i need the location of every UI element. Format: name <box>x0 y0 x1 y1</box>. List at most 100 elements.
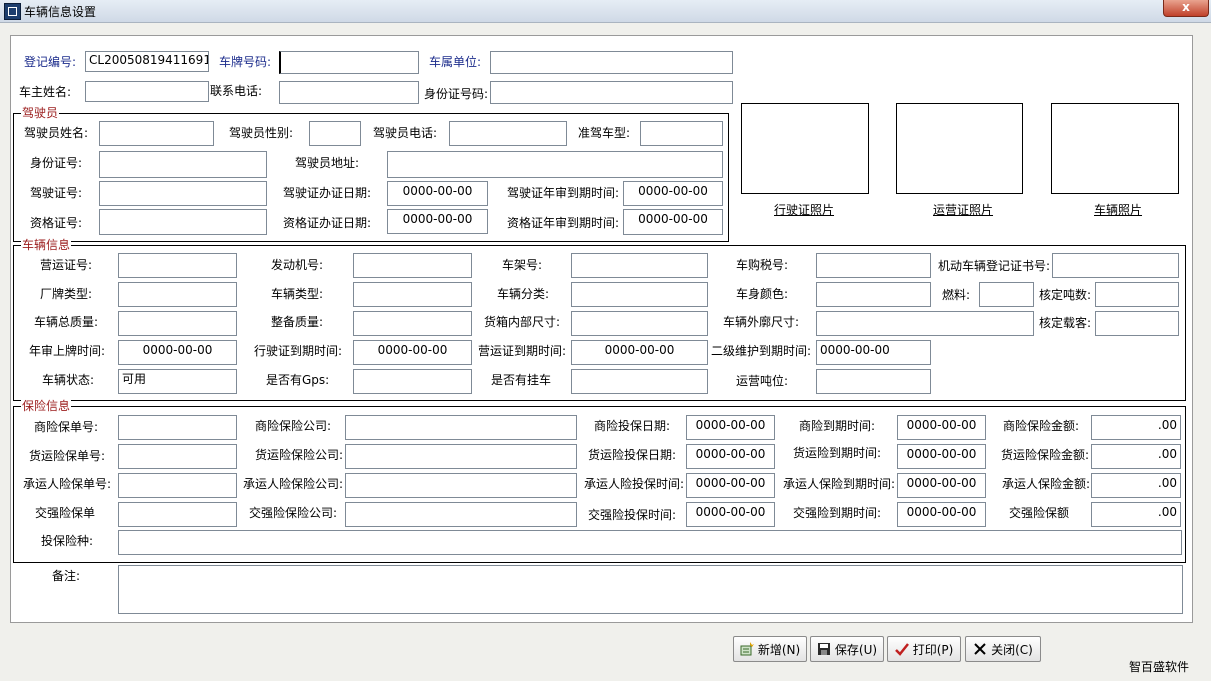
operating-license-photo[interactable] <box>896 103 1023 194</box>
cargo-ins-co-input[interactable] <box>345 444 577 469</box>
close-button[interactable]: 关闭(C) <box>965 636 1041 662</box>
gross-mass-input[interactable] <box>118 311 237 336</box>
ins-exp-input[interactable]: 0000-00-00 <box>897 415 986 440</box>
driver-class-input[interactable] <box>640 121 723 146</box>
cargo-ins-no-input[interactable] <box>118 444 237 469</box>
add-button[interactable]: 新增(N) <box>733 636 807 662</box>
reg-no-input[interactable]: CL20050819411691 <box>85 51 209 72</box>
vehicle-photo[interactable] <box>1051 103 1179 194</box>
carrier-ins-exp-input[interactable]: 0000-00-00 <box>897 473 986 498</box>
compulsory-ins-date-input[interactable]: 0000-00-00 <box>686 502 775 527</box>
carrier-ins-no-label: 承运人险保单号: <box>23 477 112 491</box>
carrier-ins-amt-label: 承运人保险金额: <box>1002 477 1091 491</box>
checkmark-icon <box>894 642 909 656</box>
driver-id-input[interactable] <box>99 151 267 178</box>
qual-date-input[interactable]: 0000-00-00 <box>387 209 488 234</box>
class-input[interactable] <box>571 282 708 307</box>
ins-date-input[interactable]: 0000-00-00 <box>686 415 775 440</box>
gps-input[interactable] <box>353 369 472 394</box>
carrier-ins-date-input[interactable]: 0000-00-00 <box>686 473 775 498</box>
driver-addr-input[interactable] <box>387 151 723 178</box>
fuel-input[interactable] <box>979 282 1034 307</box>
driver-name-input[interactable] <box>99 121 214 146</box>
driver-sex-input[interactable] <box>309 121 361 146</box>
type-input[interactable] <box>353 282 472 307</box>
ins-amt-input[interactable]: .00 <box>1091 415 1181 440</box>
owner-unit-input[interactable] <box>490 51 733 74</box>
curb-mass-input[interactable] <box>353 311 472 336</box>
operating-license-photo-label[interactable]: 运营证照片 <box>933 201 993 218</box>
driver-phone-input[interactable] <box>449 121 567 146</box>
compulsory-ins-exp-input[interactable]: 0000-00-00 <box>897 502 986 527</box>
driving-license-photo[interactable] <box>741 103 869 194</box>
plate-input[interactable] <box>279 51 419 74</box>
insurance-group-title: 保险信息 <box>21 399 72 413</box>
drive-exp-input[interactable]: 0000-00-00 <box>353 340 472 365</box>
op-cert-input[interactable] <box>118 253 237 278</box>
license-exp-input[interactable]: 0000-00-00 <box>623 181 723 206</box>
owner-name-input[interactable] <box>85 81 209 102</box>
engine-label: 发动机号: <box>271 258 324 272</box>
ins-co-input[interactable] <box>345 415 577 440</box>
tonnage-input[interactable] <box>1095 282 1179 307</box>
inner-size-input[interactable] <box>571 311 708 336</box>
ins-co-label: 商险保险公司: <box>255 419 332 433</box>
driving-license-photo-label[interactable]: 行驶证照片 <box>774 201 834 218</box>
inner-size-label: 货箱内部尺寸: <box>484 315 561 329</box>
ins-exp-label: 商险到期时间: <box>799 419 876 433</box>
driver-class-label: 准驾车型: <box>578 126 631 140</box>
carrier-ins-amt-input[interactable]: .00 <box>1091 473 1181 498</box>
seats-input[interactable] <box>1095 311 1179 336</box>
phone-input[interactable] <box>279 81 419 104</box>
window-close-button[interactable]: x <box>1163 0 1209 17</box>
add-button-label: 新增(N) <box>757 642 801 657</box>
brand-input[interactable] <box>118 282 237 307</box>
qual-no-input[interactable] <box>99 209 267 235</box>
op-tonnage-input[interactable] <box>816 369 931 394</box>
license-no-input[interactable] <box>99 181 267 206</box>
annual-input[interactable]: 0000-00-00 <box>118 340 237 365</box>
frame-input[interactable] <box>571 253 708 278</box>
carrier-ins-co-input[interactable] <box>345 473 577 498</box>
reg-cert-input[interactable] <box>1052 253 1179 278</box>
status-input[interactable]: 可用 <box>118 369 237 394</box>
color-input[interactable] <box>816 282 931 307</box>
compulsory-ins-amt-input[interactable]: .00 <box>1091 502 1181 527</box>
ins-no-label: 商险保单号: <box>34 420 99 434</box>
id-input[interactable] <box>490 81 733 104</box>
app-icon <box>4 3 21 20</box>
save-button-label: 保存(U) <box>834 642 878 657</box>
window-title: 车辆信息设置 <box>24 5 97 19</box>
license-date-label: 驾驶证办证日期: <box>283 186 372 200</box>
maint-exp-input[interactable]: 0000-00-00 <box>816 340 931 365</box>
drive-exp-label: 行驶证到期时间: <box>254 344 343 358</box>
engine-input[interactable] <box>353 253 472 278</box>
trailer-input[interactable] <box>571 369 708 394</box>
remark-input[interactable] <box>118 565 1183 614</box>
qual-exp-input[interactable]: 0000-00-00 <box>623 209 723 235</box>
carrier-ins-no-input[interactable] <box>118 473 237 498</box>
compulsory-ins-amt-label: 交强险保额 <box>1009 506 1070 520</box>
save-button[interactable]: 保存(U) <box>810 636 884 662</box>
license-date-input[interactable]: 0000-00-00 <box>387 181 488 206</box>
cargo-ins-date-input[interactable]: 0000-00-00 <box>686 444 775 469</box>
ins-kind-input[interactable] <box>118 530 1182 555</box>
print-button[interactable]: 打印(P) <box>887 636 961 662</box>
compulsory-ins-exp-label: 交强险到期时间: <box>793 506 882 520</box>
tax-input[interactable] <box>816 253 931 278</box>
vehicle-photo-label[interactable]: 车辆照片 <box>1094 201 1142 218</box>
cargo-ins-amt-input[interactable]: .00 <box>1091 444 1181 469</box>
carrier-ins-date-label: 承运人险投保时间: <box>584 477 685 491</box>
compulsory-ins-co-input[interactable] <box>345 502 577 527</box>
ins-date-label: 商险投保日期: <box>594 419 671 433</box>
op-exp-input[interactable]: 0000-00-00 <box>571 340 708 365</box>
owner-name-label: 车主姓名: <box>19 85 72 99</box>
qual-date-label: 资格证办证日期: <box>283 216 372 230</box>
license-no-label: 驾驶证号: <box>30 186 83 200</box>
outer-size-input[interactable] <box>816 311 1034 336</box>
cargo-ins-exp-input[interactable]: 0000-00-00 <box>897 444 986 469</box>
ins-no-input[interactable] <box>118 415 237 440</box>
compulsory-ins-no-input[interactable] <box>118 502 237 527</box>
tonnage-label: 核定吨数: <box>1039 288 1092 302</box>
floppy-disk-icon <box>817 642 831 656</box>
